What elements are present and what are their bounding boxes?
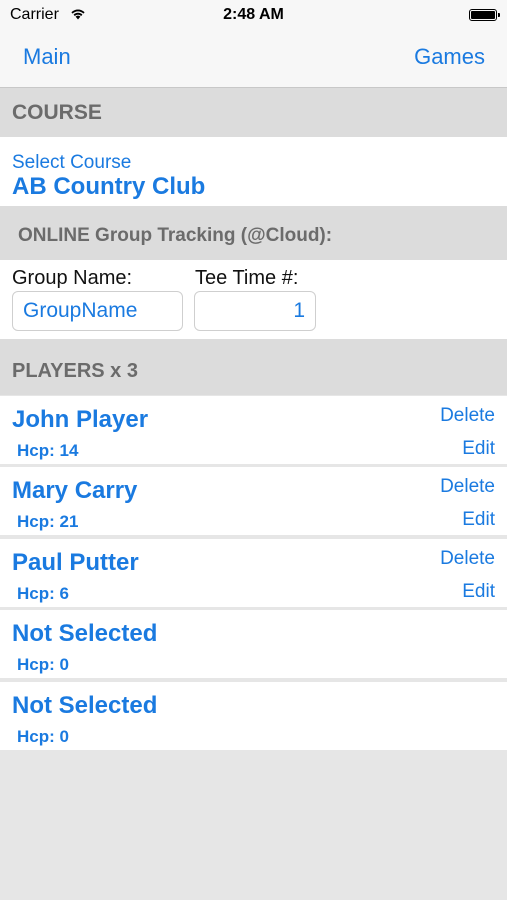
player-name[interactable]: Mary Carry bbox=[12, 477, 137, 505]
edit-player-button[interactable]: Edit bbox=[462, 581, 495, 603]
tee-time-label: Tee Time #: bbox=[195, 267, 299, 289]
battery-icon bbox=[469, 9, 500, 21]
player-handicap: Hcp: 0 bbox=[17, 727, 69, 746]
delete-player-button[interactable]: Delete bbox=[440, 476, 495, 498]
player-handicap: Hcp: 21 bbox=[17, 512, 79, 531]
games-nav-button[interactable]: Games bbox=[414, 44, 485, 70]
status-bar: Carrier 2:48 AM bbox=[0, 0, 507, 30]
course-selector[interactable]: Select Course AB Country Club bbox=[0, 137, 507, 206]
player-name[interactable]: Paul Putter bbox=[12, 549, 139, 577]
tee-time-input[interactable]: 1 bbox=[194, 291, 316, 331]
group-name-input[interactable]: GroupName bbox=[12, 291, 183, 331]
player-handicap: Hcp: 0 bbox=[17, 655, 69, 674]
player-row[interactable]: John Player Hcp: 14 Delete Edit bbox=[0, 396, 507, 464]
select-course-link[interactable]: Select Course bbox=[12, 152, 131, 174]
online-tracking-panel: Group Name: Tee Time #: GroupName 1 bbox=[0, 260, 507, 339]
player-name[interactable]: Not Selected bbox=[12, 692, 157, 720]
edit-player-button[interactable]: Edit bbox=[462, 509, 495, 531]
navigation-bar: Main Games bbox=[0, 30, 507, 88]
player-name[interactable]: John Player bbox=[12, 406, 148, 434]
course-section-header: COURSE bbox=[0, 88, 507, 137]
group-name-label: Group Name: bbox=[12, 267, 133, 289]
delete-player-button[interactable]: Delete bbox=[440, 405, 495, 427]
online-tracking-header: ONLINE Group Tracking (@Cloud): bbox=[0, 206, 507, 260]
delete-player-button[interactable]: Delete bbox=[440, 548, 495, 570]
player-name[interactable]: Not Selected bbox=[12, 620, 157, 648]
player-handicap: Hcp: 14 bbox=[17, 441, 79, 460]
player-handicap: Hcp: 6 bbox=[17, 584, 69, 603]
player-row[interactable]: Not Selected Hcp: 0 bbox=[0, 610, 507, 678]
player-row[interactable]: Paul Putter Hcp: 6 Delete Edit bbox=[0, 539, 507, 607]
selected-course-name[interactable]: AB Country Club bbox=[12, 173, 205, 201]
clock: 2:48 AM bbox=[223, 6, 284, 23]
edit-player-button[interactable]: Edit bbox=[462, 438, 495, 460]
players-section-header: PLAYERS x 3 bbox=[0, 339, 507, 395]
player-row[interactable]: Mary Carry Hcp: 21 Delete Edit bbox=[0, 467, 507, 535]
player-row[interactable]: Not Selected Hcp: 0 bbox=[0, 682, 507, 750]
main-nav-button[interactable]: Main bbox=[23, 44, 71, 70]
